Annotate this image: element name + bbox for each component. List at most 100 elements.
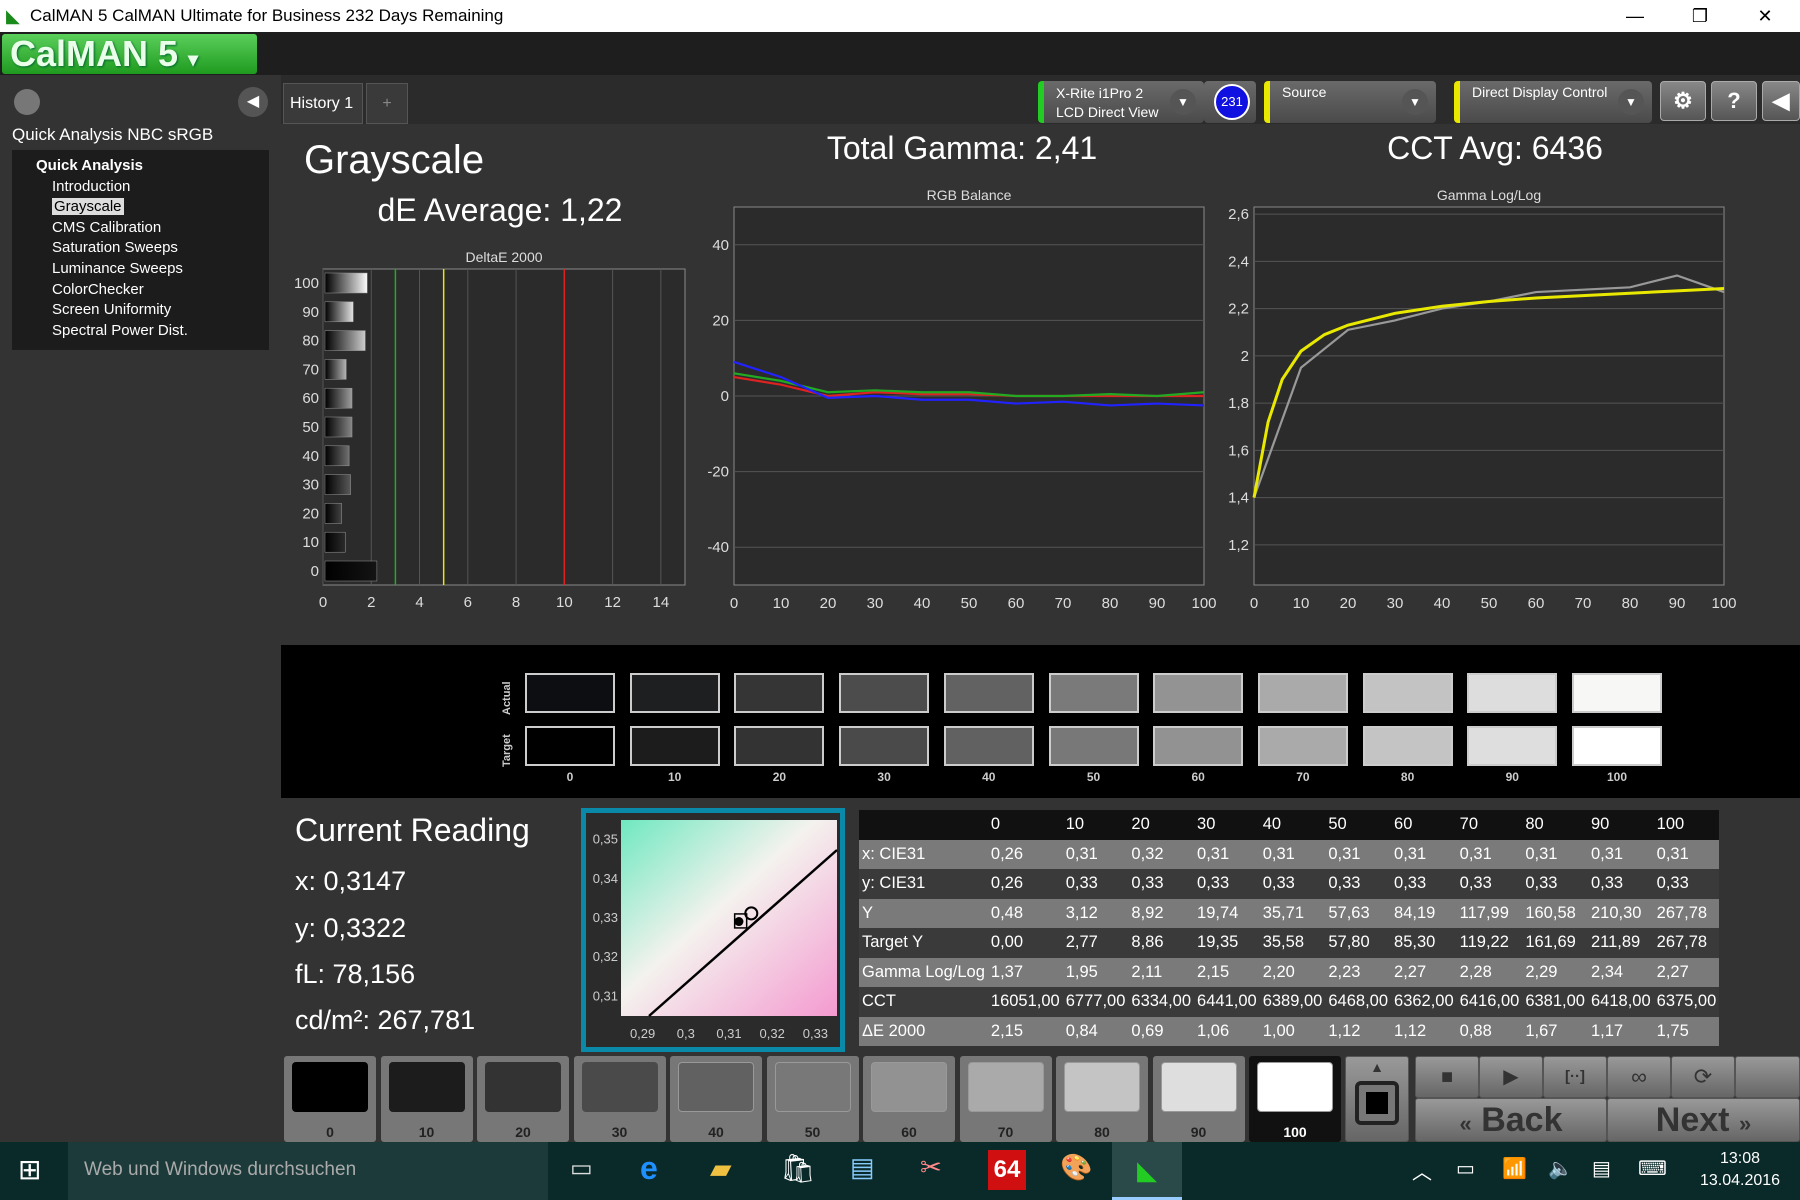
continuous-button[interactable]: ∞ xyxy=(1607,1056,1671,1098)
stop-icon: ■ xyxy=(1440,1066,1454,1088)
table-cell: 6416,00 xyxy=(1456,987,1523,1017)
sidebar-item[interactable]: CMS Calibration xyxy=(24,218,269,239)
table-cell: 0,84 xyxy=(1062,1016,1129,1046)
store-icon[interactable]: 🛍 xyxy=(780,1152,816,1185)
settings-button[interactable]: ⚙ xyxy=(1660,81,1706,121)
refresh-icon: ⟳ xyxy=(1693,1064,1713,1089)
row-label: y: CIE31 xyxy=(859,869,988,899)
sidebar-item-label: ColorChecker xyxy=(52,280,144,298)
extra-button[interactable] xyxy=(1735,1056,1800,1098)
clock-date[interactable]: 13.04.2016 xyxy=(1690,1172,1790,1190)
paint-icon[interactable]: 🎨 xyxy=(1060,1152,1092,1183)
logo-bar: CalMAN 5 ▾ xyxy=(0,32,1800,75)
patch-button[interactable]: 50 xyxy=(766,1056,859,1142)
play-button[interactable]: ▶ xyxy=(1479,1056,1543,1098)
x-tick-label: 0,32 xyxy=(760,1026,785,1041)
cie-chart-frame: 0,29 0,3 0,31 0,32 0,33 0,35 0,34 0,33 0,32 0,31 xyxy=(581,808,845,1052)
tree-group[interactable]: Quick Analysis xyxy=(24,156,269,177)
clock-time[interactable]: 13:08 xyxy=(1690,1150,1790,1168)
table-cell: 35,58 xyxy=(1259,928,1326,958)
sidebar-item[interactable]: Screen Uniformity xyxy=(24,300,269,321)
source-selector[interactable]: Source ▼ xyxy=(1264,81,1436,123)
patch-button[interactable]: 0 xyxy=(284,1056,376,1142)
display-control-selector[interactable]: Direct Display Control ▼ xyxy=(1454,81,1652,123)
y-tick-label: 1,2 xyxy=(1228,537,1249,554)
task-view-icon[interactable]: ▭ xyxy=(570,1154,593,1183)
black-point-marker xyxy=(734,917,744,927)
meter-selector[interactable]: X-Rite i1Pro 2 LCD Direct View ▼ xyxy=(1038,81,1204,123)
add-tab-button[interactable]: + xyxy=(366,83,408,124)
wifi-icon[interactable]: 📶 xyxy=(1502,1156,1527,1181)
x-tick-label: 50 xyxy=(961,595,978,612)
sidebar-item[interactable]: Spectral Power Dist. xyxy=(24,321,269,342)
actual-swatch xyxy=(629,673,720,713)
logo-text: CalMAN 5 xyxy=(10,33,179,74)
workflow-button[interactable] xyxy=(14,89,40,115)
sidebar-item[interactable]: Luminance Sweeps xyxy=(24,259,269,280)
patch-button[interactable]: 100 xyxy=(1249,1056,1341,1142)
aida64-icon[interactable]: 64 xyxy=(988,1150,1026,1190)
volume-icon[interactable]: 🔈 xyxy=(1548,1156,1573,1181)
keyboard-icon[interactable]: ⌨ xyxy=(1638,1156,1667,1181)
edge-icon[interactable]: e xyxy=(640,1150,658,1187)
title-bar: ◣ CalMAN 5 CalMAN Ultimate for Business … xyxy=(0,0,1800,32)
sidebar-item[interactable]: Introduction xyxy=(24,177,269,198)
sidebar-item-label: Spectral Power Dist. xyxy=(52,321,188,339)
patch-button[interactable]: 10 xyxy=(380,1056,473,1142)
search-box[interactable]: Web und Windows durchsuchen xyxy=(68,1142,548,1200)
help-button[interactable]: ? xyxy=(1711,81,1757,121)
file-explorer-icon[interactable]: ▰ xyxy=(710,1152,732,1185)
calman-logo-menu[interactable]: CalMAN 5 ▾ xyxy=(2,34,257,74)
calman-taskbar-icon[interactable]: ◣ xyxy=(1112,1142,1182,1200)
battery-icon[interactable]: ▭ xyxy=(1456,1156,1475,1181)
x-tick-label: 40 xyxy=(914,595,931,612)
triangle-up-icon[interactable]: ▲ xyxy=(1346,1059,1408,1075)
sidebar-item[interactable]: ColorChecker xyxy=(24,280,269,301)
table-cell: 50 xyxy=(1325,810,1392,840)
deltae-bar xyxy=(324,445,350,467)
table-cell: 3,12 xyxy=(1062,898,1129,928)
table-row: Gamma Log/Log 1,37 1,95 2,11 2,15 2,20 2,23 2,2… xyxy=(859,957,1720,987)
patch-button[interactable]: 40 xyxy=(670,1056,762,1142)
x-tick-label: 0 xyxy=(1250,595,1258,612)
target-label: Target xyxy=(501,734,513,767)
y-tick-label: 2,4 xyxy=(1228,253,1249,270)
minimize-button[interactable]: — xyxy=(1605,2,1665,30)
collapse-panel-button[interactable]: ◀ xyxy=(1762,81,1800,121)
sidebar-item[interactable]: Grayscale xyxy=(24,197,269,218)
patch-button[interactable]: 30 xyxy=(573,1056,666,1142)
restore-button[interactable]: ❐ xyxy=(1670,2,1730,30)
range-button[interactable]: [··] xyxy=(1543,1056,1607,1098)
notifications-icon[interactable]: ▤ xyxy=(1592,1156,1611,1181)
patch-button[interactable]: 90 xyxy=(1152,1056,1245,1142)
app-icon-1[interactable]: ▤ xyxy=(850,1152,875,1183)
patch-color xyxy=(1257,1062,1333,1112)
back-button[interactable]: « Back xyxy=(1415,1098,1607,1142)
app-icon-2[interactable]: ✂ xyxy=(920,1152,942,1183)
patch-button[interactable]: 60 xyxy=(863,1056,955,1142)
meter-count-badge[interactable]: 231 xyxy=(1214,84,1250,120)
taskbar: ⊞ Web und Windows durchsuchen ▭ e ▰ 🛍 ▤ … xyxy=(0,1142,1800,1200)
reading-cdm2: cd/m²: 267,781 xyxy=(295,1005,476,1035)
windows-start-icon[interactable]: ⊞ xyxy=(18,1156,41,1184)
close-button[interactable]: ✕ xyxy=(1735,2,1795,30)
y-tick-label: 30 xyxy=(302,477,319,494)
stop-button[interactable]: ■ xyxy=(1415,1056,1479,1098)
next-button[interactable]: Next » xyxy=(1607,1098,1800,1142)
collapse-sidebar-button[interactable]: ◀ xyxy=(238,87,268,117)
table-cell: 80 xyxy=(1522,810,1588,840)
table-cell: 0,33 xyxy=(1259,869,1326,899)
stop-measure-icon[interactable] xyxy=(1355,1081,1399,1125)
chevron-up-icon[interactable]: ︿ xyxy=(1412,1156,1432,1185)
back-label: Back xyxy=(1481,1101,1563,1139)
patch-button[interactable]: 20 xyxy=(477,1056,569,1142)
sidebar-item[interactable]: Saturation Sweeps xyxy=(24,238,269,259)
patch-button[interactable]: 70 xyxy=(959,1056,1052,1142)
tab-history-1[interactable]: History 1 xyxy=(283,83,363,124)
refresh-button[interactable]: ⟳ xyxy=(1671,1056,1735,1098)
y-tick-label: 0,32 xyxy=(593,949,618,964)
x-tick-label: 14 xyxy=(653,594,670,611)
patch-up-down-control[interactable]: ▲ xyxy=(1345,1056,1409,1142)
y-tick-label: -20 xyxy=(707,464,729,481)
patch-button[interactable]: 80 xyxy=(1056,1056,1148,1142)
